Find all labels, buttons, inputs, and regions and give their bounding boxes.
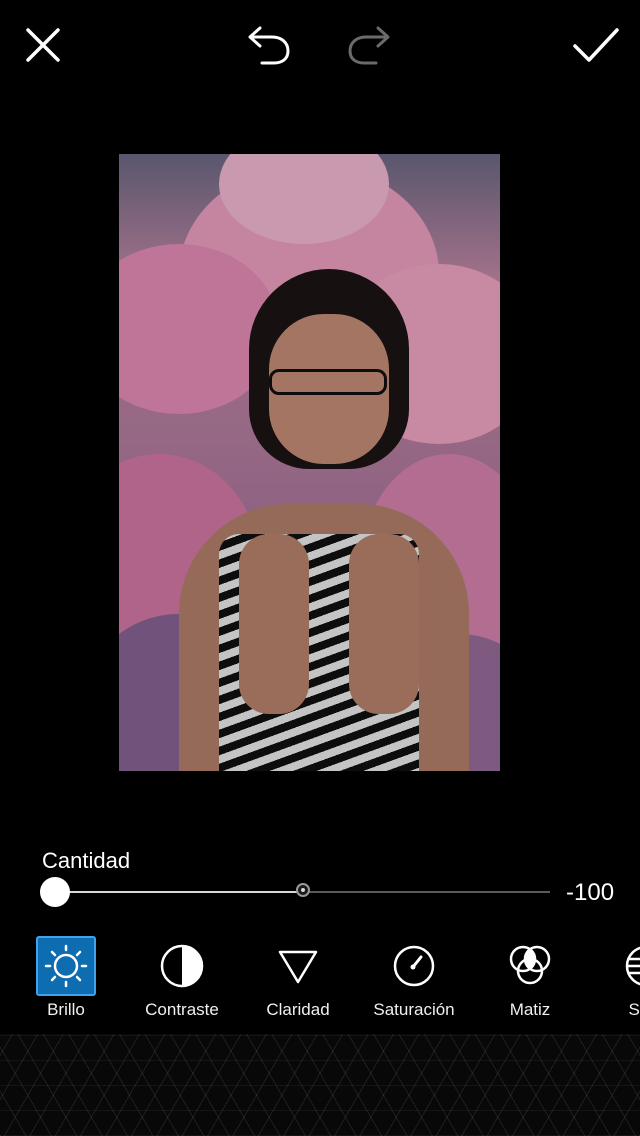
amount-label: Cantidad xyxy=(42,848,131,873)
hue-icon xyxy=(500,936,560,996)
tool-hue[interactable]: Matiz xyxy=(472,930,588,1026)
undo-icon xyxy=(248,26,290,65)
checkmark-icon xyxy=(573,28,619,62)
tool-contrast[interactable]: Contraste xyxy=(124,930,240,1026)
tool-strip[interactable]: Brillo Contraste Claridad Saturación Mat… xyxy=(0,930,640,1026)
slider-center-mark xyxy=(295,883,310,897)
tool-label: Saturación xyxy=(373,1000,455,1019)
tool-clarity[interactable]: Claridad xyxy=(240,930,356,1026)
redo-button[interactable] xyxy=(345,22,395,68)
tool-label: Matiz xyxy=(509,1000,551,1019)
tool-label: Brillo xyxy=(47,1000,85,1019)
brightness-icon xyxy=(36,936,96,996)
close-icon xyxy=(26,28,60,62)
photo-preview xyxy=(119,154,500,771)
close-button[interactable] xyxy=(20,22,66,68)
slider-knob[interactable] xyxy=(40,877,70,907)
tool-brightness[interactable]: Brillo xyxy=(8,930,124,1026)
apply-button[interactable] xyxy=(570,22,622,68)
tool-label: Contraste xyxy=(145,1000,219,1019)
contrast-icon xyxy=(152,936,212,996)
top-toolbar xyxy=(0,0,640,90)
decorative-pattern xyxy=(0,1034,640,1136)
undo-button[interactable] xyxy=(243,22,293,68)
amount-value: -100 xyxy=(566,879,615,906)
redo-icon xyxy=(348,26,390,65)
slider-fill xyxy=(55,891,303,893)
tool-shadows[interactable]: Som xyxy=(588,930,640,1026)
shadows-icon xyxy=(616,936,640,996)
saturation-icon xyxy=(384,936,444,996)
amount-slider[interactable] xyxy=(40,877,550,907)
clarity-icon xyxy=(268,936,328,996)
tool-label: Som xyxy=(628,1000,640,1019)
tool-label: Claridad xyxy=(266,1000,330,1019)
tool-saturation[interactable]: Saturación xyxy=(356,930,472,1026)
